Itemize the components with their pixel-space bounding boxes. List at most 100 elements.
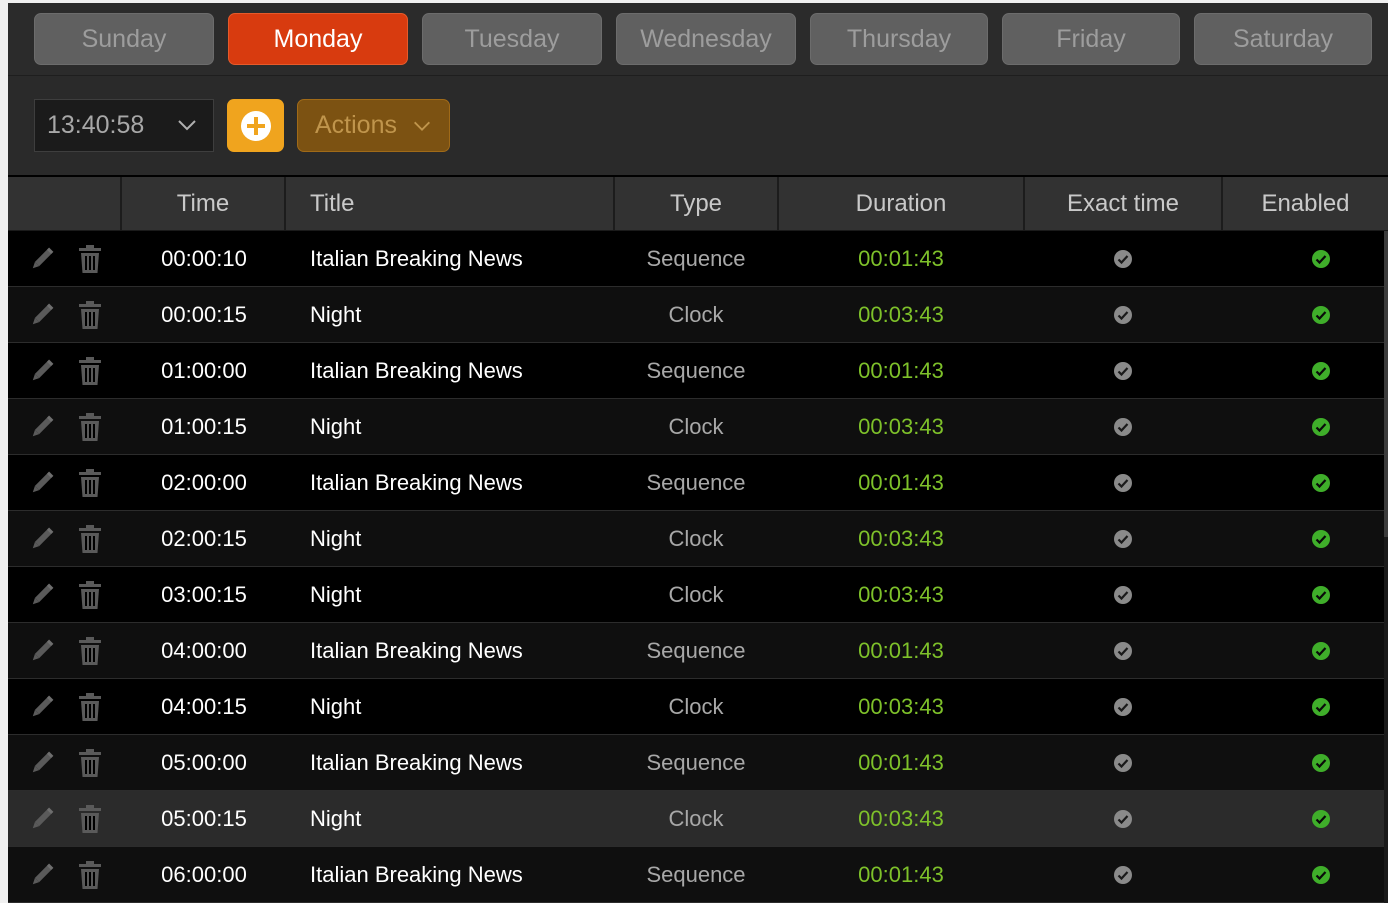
edit-button[interactable] <box>26 847 58 902</box>
check-circle-icon <box>1114 809 1132 828</box>
row-exact-time[interactable] <box>1024 343 1222 398</box>
row-enabled[interactable] <box>1222 287 1388 342</box>
row-enabled[interactable] <box>1222 343 1388 398</box>
edit-button[interactable] <box>26 287 58 342</box>
chevron-down-icon <box>178 120 196 131</box>
row-exact-time[interactable] <box>1024 287 1222 342</box>
row-exact-time[interactable] <box>1024 231 1222 286</box>
row-time: 06:00:00 <box>161 861 247 887</box>
tab-tuesday[interactable]: Tuesday <box>422 13 602 65</box>
trash-icon <box>79 524 101 553</box>
check-circle-icon <box>1312 361 1330 380</box>
plus-circle-icon <box>240 110 271 141</box>
table-row[interactable]: 05:00:00 Italian Breaking News Sequence … <box>8 735 1384 791</box>
delete-button[interactable] <box>76 567 104 622</box>
table-row[interactable]: 06:00:00 Italian Breaking News Sequence … <box>8 847 1384 903</box>
row-exact-time[interactable] <box>1024 399 1222 454</box>
tab-wednesday[interactable]: Wednesday <box>616 13 796 65</box>
row-enabled[interactable] <box>1222 679 1388 734</box>
add-button[interactable] <box>227 99 284 152</box>
table-row[interactable]: 01:00:15 Night Clock 00:03:43 <box>8 399 1384 455</box>
delete-button[interactable] <box>76 791 104 846</box>
edit-button[interactable] <box>26 511 58 566</box>
row-time: 00:00:15 <box>161 301 247 327</box>
edit-button[interactable] <box>26 399 58 454</box>
delete-button[interactable] <box>76 511 104 566</box>
tab-sunday[interactable]: Sunday <box>34 13 214 65</box>
table-row[interactable]: 02:00:00 Italian Breaking News Sequence … <box>8 455 1384 511</box>
row-title: Italian Breaking News <box>310 245 523 271</box>
row-exact-time[interactable] <box>1024 567 1222 622</box>
delete-button[interactable] <box>76 343 104 398</box>
tab-saturday[interactable]: Saturday <box>1194 13 1372 65</box>
table-row[interactable]: 02:00:15 Night Clock 00:03:43 <box>8 511 1384 567</box>
pencil-icon <box>32 247 54 268</box>
row-enabled[interactable] <box>1222 623 1388 678</box>
row-duration: 00:01:43 <box>858 469 944 495</box>
row-duration: 00:01:43 <box>858 749 944 775</box>
row-duration: 00:03:43 <box>858 581 944 607</box>
header-exact-time[interactable]: Exact time <box>1023 177 1221 230</box>
row-enabled[interactable] <box>1222 567 1388 622</box>
row-type: Sequence <box>646 357 746 383</box>
actions-dropdown-button[interactable]: Actions <box>297 99 450 152</box>
table-row[interactable]: 00:00:10 Italian Breaking News Sequence … <box>8 231 1384 287</box>
table-row[interactable]: 05:00:15 Night Clock 00:03:43 <box>8 791 1384 847</box>
edit-button[interactable] <box>26 567 58 622</box>
header-time[interactable]: Time <box>120 177 284 230</box>
row-enabled[interactable] <box>1222 455 1388 510</box>
header-title[interactable]: Title <box>284 177 613 230</box>
table-row[interactable]: 04:00:15 Night Clock 00:03:43 <box>8 679 1384 735</box>
edit-button[interactable] <box>26 679 58 734</box>
row-time: 01:00:15 <box>161 413 247 439</box>
tab-monday[interactable]: Monday <box>228 13 408 65</box>
edit-button[interactable] <box>26 791 58 846</box>
delete-button[interactable] <box>76 455 104 510</box>
delete-button[interactable] <box>76 847 104 902</box>
row-type: Clock <box>668 693 724 719</box>
header-enabled[interactable]: Enabled <box>1221 177 1388 230</box>
delete-button[interactable] <box>76 735 104 790</box>
tab-friday[interactable]: Friday <box>1002 13 1180 65</box>
header-duration[interactable]: Duration <box>777 177 1023 230</box>
time-select[interactable]: 13:40:58 <box>34 99 214 152</box>
row-enabled[interactable] <box>1222 735 1388 790</box>
row-title: Night <box>310 805 362 831</box>
delete-button[interactable] <box>76 679 104 734</box>
row-enabled[interactable] <box>1222 791 1388 846</box>
row-exact-time[interactable] <box>1024 735 1222 790</box>
delete-button[interactable] <box>76 231 104 286</box>
edit-button[interactable] <box>26 343 58 398</box>
row-enabled[interactable] <box>1222 399 1388 454</box>
row-exact-time[interactable] <box>1024 455 1222 510</box>
row-enabled[interactable] <box>1222 511 1388 566</box>
row-exact-time[interactable] <box>1024 847 1222 902</box>
header-type[interactable]: Type <box>613 177 777 230</box>
row-exact-time[interactable] <box>1024 791 1222 846</box>
row-type: Sequence <box>646 469 746 495</box>
table-row[interactable]: 04:00:00 Italian Breaking News Sequence … <box>8 623 1384 679</box>
row-exact-time[interactable] <box>1024 623 1222 678</box>
delete-button[interactable] <box>76 287 104 342</box>
row-enabled[interactable] <box>1222 847 1388 902</box>
delete-button[interactable] <box>76 623 104 678</box>
time-select-value: 13:40:58 <box>47 111 145 139</box>
table-row[interactable]: 03:00:15 Night Clock 00:03:43 <box>8 567 1384 623</box>
tab-thursday[interactable]: Thursday <box>810 13 988 65</box>
row-type: Clock <box>668 581 724 607</box>
row-enabled[interactable] <box>1222 231 1388 286</box>
edit-button[interactable] <box>26 623 58 678</box>
trash-icon <box>79 636 101 665</box>
row-exact-time[interactable] <box>1024 679 1222 734</box>
edit-button[interactable] <box>26 231 58 286</box>
edit-button[interactable] <box>26 735 58 790</box>
row-exact-time[interactable] <box>1024 511 1222 566</box>
check-circle-icon <box>1114 529 1132 548</box>
edit-button[interactable] <box>26 455 58 510</box>
scrollbar-thumb[interactable] <box>1384 231 1388 537</box>
table-row[interactable]: 01:00:00 Italian Breaking News Sequence … <box>8 343 1384 399</box>
table-row[interactable]: 00:00:15 Night Clock 00:03:43 <box>8 287 1384 343</box>
toolbar: 13:40:58 Actions <box>8 75 1388 175</box>
delete-button[interactable] <box>76 399 104 454</box>
row-time: 05:00:15 <box>161 805 247 831</box>
